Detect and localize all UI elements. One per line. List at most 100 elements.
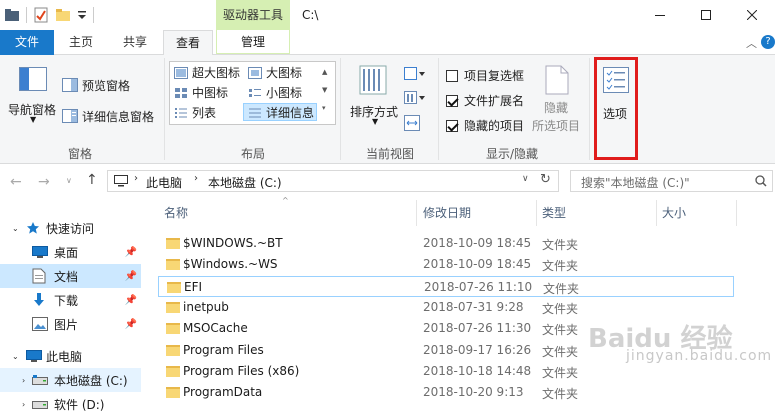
customize-qat-icon[interactable] — [77, 7, 87, 23]
file-extensions-checkbox[interactable] — [446, 94, 458, 107]
item-checkboxes-option[interactable]: 项目复选框 — [446, 67, 524, 84]
hide-selected-label-2: 所选项目 — [532, 119, 581, 133]
breadcrumb-chevron-icon[interactable]: › — [194, 173, 198, 184]
table-row[interactable]: $WINDOWS.~BT 2018-10-09 18:45 文件夹 — [158, 233, 734, 254]
ribbon-view: 导航窗格 ▼ 预览窗格 详细信息窗格 窗格 超大图标 大图标 中图标 小图标 列… — [0, 55, 775, 164]
nav-item-downloads[interactable]: 下载 📌 — [0, 288, 141, 312]
search-icon — [755, 175, 767, 187]
refresh-icon[interactable]: ↻ — [540, 172, 551, 187]
nav-item-documents[interactable]: 文档 📌 — [0, 264, 141, 288]
maximize-button[interactable] — [683, 0, 729, 30]
hide-selected-items-button[interactable]: 隐藏 所选项目 — [530, 61, 584, 133]
show-hide-group-label: 显示/隐藏 — [486, 147, 539, 161]
preview-pane-button[interactable]: 预览窗格 — [62, 75, 130, 95]
collapse-ribbon-chevron-icon[interactable]: ︿ — [746, 35, 757, 51]
nav-item-label: 此电脑 — [46, 349, 83, 364]
collapse-chevron-icon[interactable]: ⌄ — [12, 352, 22, 361]
item-checkboxes-checkbox[interactable] — [446, 69, 458, 82]
size-columns-to-fit-icon[interactable] — [404, 115, 420, 131]
table-row[interactable]: EFI 2018-07-26 11:10 文件夹 — [158, 275, 734, 297]
separator — [93, 7, 94, 23]
properties-icon[interactable] — [33, 7, 49, 23]
expand-chevron-icon[interactable]: › — [22, 400, 32, 409]
folder-icon — [166, 387, 180, 399]
layout-list[interactable]: 列表 — [174, 104, 216, 121]
breadcrumb-this-pc[interactable]: 此电脑 — [146, 174, 182, 191]
group-separator — [589, 58, 590, 160]
layout-large-icons[interactable]: 大图标 — [248, 64, 302, 81]
details-pane-button[interactable]: 详细信息窗格 — [62, 106, 154, 126]
table-row[interactable]: $Windows.~WS 2018-10-09 18:45 文件夹 — [158, 254, 734, 275]
column-separator[interactable] — [656, 200, 657, 226]
column-header-name[interactable]: 名称 — [164, 200, 188, 226]
navigation-pane-button[interactable]: 导航窗格 ▼ — [6, 59, 58, 124]
search-box[interactable]: 搜索"本地磁盘 (C:)" — [570, 170, 773, 192]
file-name: MSOCache — [183, 321, 248, 336]
search-placeholder: 搜索"本地磁盘 (C:)" — [581, 176, 690, 190]
nav-item-label: 本地磁盘 (C:) — [54, 373, 128, 388]
file-type: 文件夹 — [542, 238, 579, 252]
pin-icon[interactable]: 📌 — [125, 295, 137, 306]
pin-icon[interactable]: 📌 — [125, 319, 137, 330]
file-date: 2018-10-20 9:13 — [423, 385, 524, 400]
layout-gallery-scroll[interactable]: ▲ ▼ ▾ — [322, 63, 327, 117]
nav-item-desktop[interactable]: 桌面 📌 — [0, 240, 141, 264]
nav-item-pictures[interactable]: 图片 📌 — [0, 312, 141, 336]
sort-by-icon — [359, 65, 387, 95]
nav-item-label: 图片 — [54, 317, 79, 332]
minimize-icon — [655, 15, 665, 16]
tab-home[interactable]: 主页 — [66, 30, 96, 54]
tab-share[interactable]: 共享 — [120, 30, 150, 54]
table-row[interactable]: ProgramData 2018-10-20 9:13 文件夹 — [158, 382, 734, 403]
add-columns-icon[interactable] — [404, 91, 426, 105]
layout-medium-icons[interactable]: 中图标 — [174, 84, 228, 101]
nav-item-this-pc[interactable]: ⌄ 此电脑 — [0, 344, 141, 368]
pin-icon[interactable]: 📌 — [125, 271, 137, 282]
column-header-size[interactable]: 大小 — [662, 200, 686, 226]
file-name: EFI — [184, 279, 203, 294]
column-header-type[interactable]: 类型 — [542, 200, 566, 226]
table-row[interactable]: inetpub 2018-07-31 9:28 文件夹 — [158, 297, 734, 318]
file-extensions-option[interactable]: 文件扩展名 — [446, 92, 524, 109]
nav-item-local-disk-c[interactable]: › 本地磁盘 (C:) — [0, 368, 141, 392]
nav-item-software-d[interactable]: › 软件 (D:) — [0, 392, 141, 416]
forward-icon[interactable]: → — [38, 174, 50, 190]
layout-extra-large-icons[interactable]: 超大图标 — [174, 64, 240, 81]
hidden-items-checkbox[interactable] — [446, 119, 458, 132]
close-button[interactable] — [729, 0, 775, 30]
layout-details[interactable]: 详细信息 — [248, 104, 314, 121]
file-date: 2018-09-17 16:26 — [423, 342, 532, 357]
folder-icon — [166, 301, 180, 313]
breadcrumb-local-disk-c[interactable]: 本地磁盘 (C:) — [208, 174, 282, 191]
address-dropdown-icon[interactable]: ∨ — [522, 174, 529, 184]
column-header-date[interactable]: 修改日期 — [423, 200, 471, 226]
quick-access-toolbar — [4, 6, 94, 24]
sort-indicator-icon: ^ — [282, 196, 289, 205]
expand-chevron-icon[interactable]: › — [22, 376, 32, 385]
nav-item-label: 快速访问 — [46, 221, 95, 236]
pin-icon[interactable]: 📌 — [125, 247, 137, 258]
column-separator[interactable] — [536, 200, 537, 226]
collapse-chevron-icon[interactable]: ⌄ — [12, 224, 22, 233]
tab-view[interactable]: 查看 — [163, 30, 213, 55]
address-bar[interactable]: › 此电脑 › 本地磁盘 (C:) ∨ ↻ — [107, 170, 559, 192]
hidden-items-option[interactable]: 隐藏的项目 — [446, 117, 524, 134]
minimize-button[interactable] — [637, 0, 683, 30]
tab-manage[interactable]: 管理 — [216, 30, 290, 54]
sort-by-button[interactable]: 排序方式 ▼ — [346, 59, 402, 126]
nav-item-quick-access[interactable]: ⌄ 快速访问 — [0, 216, 141, 240]
group-separator — [164, 58, 165, 160]
breadcrumb-chevron-icon[interactable]: › — [134, 173, 138, 184]
tab-file[interactable]: 文件 — [0, 30, 54, 55]
recent-locations-icon[interactable]: ∨ — [66, 176, 72, 185]
back-icon[interactable]: ← — [10, 174, 22, 190]
new-folder-icon[interactable] — [55, 7, 71, 23]
help-icon[interactable]: ? — [761, 35, 775, 49]
column-separator[interactable] — [736, 200, 737, 226]
group-by-icon[interactable] — [404, 67, 426, 81]
extra-large-icons-label: 超大图标 — [192, 66, 241, 80]
column-separator[interactable] — [416, 200, 417, 226]
desktop-icon — [32, 246, 48, 258]
layout-small-icons[interactable]: 小图标 — [248, 84, 302, 101]
up-icon[interactable]: ↑ — [86, 172, 98, 188]
